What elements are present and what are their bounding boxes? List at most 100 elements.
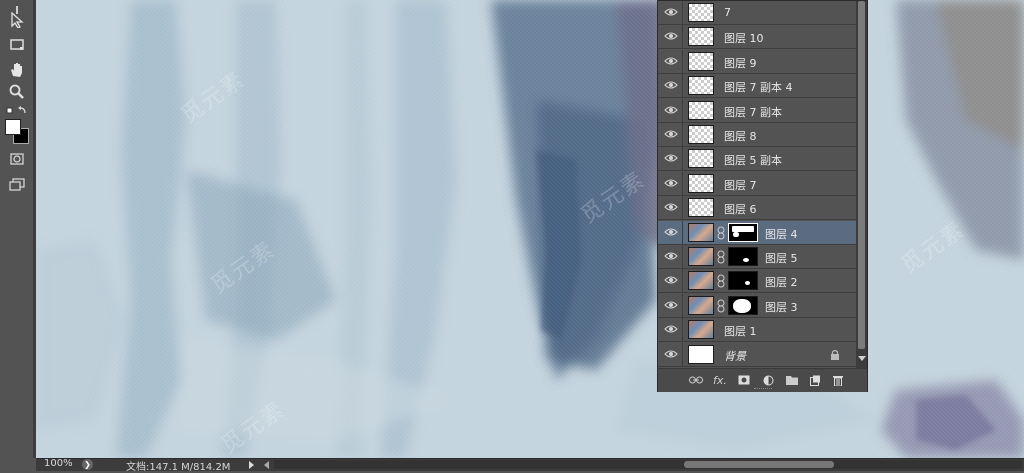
layer-row[interactable]: 图层 6 [658, 196, 856, 221]
foreground-color-swatch[interactable] [5, 119, 21, 135]
layer-row[interactable]: 图层 7 [658, 171, 856, 196]
visibility-eye-icon[interactable] [664, 324, 678, 334]
layer-row[interactable]: 图层 4 [658, 220, 856, 245]
panel-resize-grip[interactable] [754, 388, 772, 392]
layer-row[interactable]: 图层 5 副本 [658, 147, 856, 172]
layer-row[interactable]: 图层 10 [658, 25, 856, 50]
visibility-eye-icon[interactable] [664, 251, 678, 261]
swap-colors-icon[interactable] [6, 101, 28, 121]
visibility-eye-icon[interactable] [664, 227, 678, 237]
layer-list: 7 图层 10 图层 9 图层 7 副本 4 图层 7 副本 图层 8 图层 5 副本 图层 … [658, 1, 856, 368]
layers-scrollbar[interactable] [856, 1, 867, 368]
layer-mask-thumbnail[interactable] [728, 222, 758, 242]
layer-thumbnail[interactable] [688, 222, 714, 242]
layer-mask-thumbnail[interactable] [728, 295, 758, 315]
layer-thumbnail[interactable] [688, 344, 714, 364]
layer-row[interactable]: 图层 7 副本 4 [658, 74, 856, 99]
mask-link-icon[interactable] [717, 274, 725, 288]
scroll-down-arrow-icon[interactable] [858, 356, 866, 361]
layer-name[interactable]: 图层 9 [724, 55, 757, 71]
layer-mask-thumbnail[interactable] [728, 247, 758, 266]
screen-mode-icon[interactable] [6, 174, 28, 194]
scroll-left-arrow-icon[interactable] [264, 461, 269, 469]
horizontal-scrollbar[interactable] [274, 460, 1022, 469]
layer-thumbnail[interactable] [688, 173, 714, 193]
layer-thumbnail[interactable] [688, 320, 714, 340]
fx-icon[interactable]: fx. [712, 373, 728, 387]
layer-name[interactable]: 图层 7 [724, 177, 757, 193]
visibility-eye-icon[interactable] [664, 56, 678, 66]
link-icon[interactable] [688, 373, 704, 387]
mask-shape [732, 225, 754, 232]
layer-thumbnail[interactable] [688, 125, 714, 144]
hand-icon[interactable] [6, 60, 28, 80]
document-size-info: 文档:147.1 M/814.2M [126, 462, 231, 473]
visibility-eye-icon[interactable] [664, 202, 678, 212]
layer-thumbnail[interactable] [688, 198, 714, 218]
magnifier-icon[interactable] [6, 82, 28, 102]
layer-name[interactable]: 图层 4 [765, 226, 798, 242]
layer-name[interactable]: 图层 2 [765, 274, 798, 290]
layer-thumbnail[interactable] [688, 76, 714, 96]
rectangle-icon[interactable] [6, 35, 28, 55]
mask-link-icon[interactable] [717, 250, 725, 264]
mask-icon[interactable] [736, 373, 752, 387]
layer-thumbnail[interactable] [688, 295, 714, 315]
layer-name[interactable]: 图层 6 [724, 201, 757, 217]
arrow-pointer-icon[interactable] [6, 10, 28, 30]
layer-name[interactable]: 图层 3 [765, 299, 798, 315]
layer-row[interactable]: 7 [658, 1, 856, 25]
layer-row[interactable]: 图层 3 [658, 293, 856, 318]
visibility-eye-icon[interactable] [664, 7, 678, 17]
visibility-eye-icon[interactable] [664, 31, 678, 41]
visibility-eye-icon[interactable] [664, 349, 678, 359]
layer-name[interactable]: 7 [724, 6, 731, 19]
layer-row[interactable]: 背景 [658, 342, 856, 367]
visibility-eye-icon[interactable] [664, 300, 678, 310]
tools-panel [0, 0, 35, 458]
half-circle-icon[interactable] [760, 373, 776, 387]
status-menu-arrow-icon[interactable] [249, 461, 254, 469]
layers-scrollbar-thumb[interactable] [858, 1, 865, 349]
new-layer-icon[interactable] [807, 373, 823, 387]
layer-name[interactable]: 图层 5 副本 [724, 152, 782, 168]
layer-row[interactable]: 图层 2 [658, 269, 856, 294]
trash-icon[interactable] [830, 373, 846, 387]
layer-thumbnail[interactable] [688, 247, 714, 266]
layer-name[interactable]: 图层 1 [724, 323, 757, 339]
visibility-eye-icon[interactable] [664, 178, 678, 188]
layer-row[interactable]: 图层 5 [658, 245, 856, 269]
folder-icon[interactable] [784, 373, 800, 387]
layer-name[interactable]: 图层 7 副本 [724, 104, 782, 120]
layer-thumbnail[interactable] [688, 27, 714, 47]
layer-thumbnail[interactable] [688, 149, 714, 169]
layer-name[interactable]: 图层 8 [724, 128, 757, 144]
layer-name[interactable]: 背景 [724, 348, 746, 364]
layer-thumbnail[interactable] [688, 3, 714, 22]
visibility-eye-icon[interactable] [664, 275, 678, 285]
mask-link-icon[interactable] [717, 299, 725, 313]
horizontal-scrollbar-thumb[interactable] [684, 461, 834, 468]
status-info-icon[interactable]: ❯ [82, 459, 93, 470]
quick-mask-icon[interactable] [6, 149, 28, 169]
layer-thumbnail[interactable] [688, 51, 714, 71]
visibility-eye-icon[interactable] [664, 129, 678, 139]
document-canvas[interactable]: 觅元素 觅元素 觅元素 觅元素 觅元素 [36, 0, 1024, 458]
layer-row[interactable]: 图层 1 [658, 318, 856, 343]
layer-thumbnail[interactable] [688, 100, 714, 120]
layer-mask-thumbnail[interactable] [728, 271, 758, 291]
layer-name[interactable]: 图层 10 [724, 30, 764, 46]
visibility-eye-icon[interactable] [664, 105, 678, 115]
layer-name[interactable]: 图层 5 [765, 250, 798, 266]
mask-link-icon[interactable] [717, 226, 725, 240]
layer-row[interactable]: 图层 8 [658, 123, 856, 147]
layer-row[interactable]: 图层 7 副本 [658, 98, 856, 123]
eye-column-divider [682, 318, 683, 343]
layer-row[interactable]: 图层 9 [658, 49, 856, 74]
visibility-eye-icon[interactable] [664, 80, 678, 90]
eye-column-divider [682, 74, 683, 99]
layer-thumbnail[interactable] [688, 271, 714, 291]
zoom-level[interactable]: 100% [44, 458, 73, 469]
layer-name[interactable]: 图层 7 副本 4 [724, 79, 793, 95]
visibility-eye-icon[interactable] [664, 153, 678, 163]
